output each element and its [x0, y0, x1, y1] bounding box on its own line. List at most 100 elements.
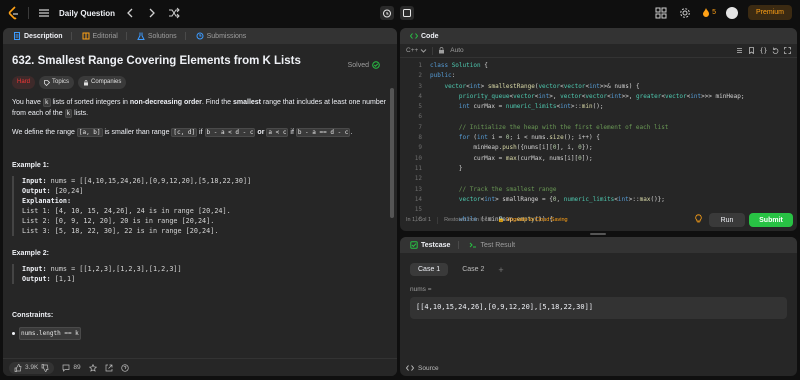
user-avatar[interactable]	[725, 6, 738, 19]
document-icon	[14, 32, 20, 40]
submit-button[interactable]: Submit	[749, 213, 793, 227]
reset-icon[interactable]	[772, 47, 779, 54]
line-numbers: 1 2 3 4 5 6 7 8 9 10 11 12 13 14 15 16	[414, 62, 422, 224]
star-icon[interactable]	[88, 363, 97, 372]
testcase-input[interactable]: [[4,10,15,24,26],[0,9,12,20],[5,18,22,30…	[410, 297, 787, 319]
tab-code-label: Code	[421, 32, 439, 40]
language-label: C++	[406, 47, 419, 54]
help-icon[interactable]	[120, 363, 129, 372]
tab-submissions[interactable]: Submissions	[191, 32, 252, 40]
comments-button[interactable]: 89	[62, 364, 81, 372]
fire-icon	[703, 8, 710, 17]
companies-tag[interactable]: Companies	[78, 76, 127, 89]
code-tabbar: Code	[400, 28, 797, 44]
description-paragraph-2: We define the range [a, b] is smaller th…	[12, 128, 353, 137]
code-brackets-icon	[406, 365, 414, 371]
auto-mode-label[interactable]: Auto	[450, 47, 463, 54]
companies-label: Companies	[91, 79, 122, 85]
case-tabs: Case 1 Case 2 +	[410, 263, 797, 276]
flask-icon	[137, 32, 145, 40]
example-2-block: Input: nums = [[1,2,3],[1,2,3],[1,2,3]] …	[12, 264, 388, 284]
tab-editorial[interactable]: Editorial	[77, 32, 132, 40]
premium-button[interactable]: Premium	[747, 5, 792, 20]
streak-counter[interactable]: 5	[702, 8, 716, 17]
chevron-right-icon[interactable]	[145, 6, 159, 20]
timer-button[interactable]	[380, 6, 394, 20]
example-2-title: Example 2:	[12, 250, 49, 257]
leetcode-logo-icon[interactable]	[8, 6, 20, 20]
menu-icon[interactable]	[736, 47, 743, 54]
case-1-tab[interactable]: Case 1	[410, 263, 449, 276]
problem-content: 632. Smallest Range Covering Elements fr…	[3, 44, 397, 340]
example-1-title: Example 1:	[12, 162, 49, 169]
add-case-icon[interactable]: +	[498, 265, 503, 275]
testcase-panel: Testcase Test Result Case 1 Case 2 + num…	[400, 237, 797, 376]
lock-icon	[439, 47, 445, 54]
comment-icon	[63, 364, 70, 372]
example-1-block: Input: nums = [[4,10,15,24,26],[0,9,12,2…	[12, 176, 388, 236]
problem-title[interactable]: 632. Smallest Range Covering Elements fr…	[12, 55, 388, 67]
settings-gear-icon[interactable]	[678, 6, 692, 20]
checkbox-icon	[410, 241, 418, 249]
tab-solutions[interactable]: Solutions	[132, 32, 191, 40]
code-panel: Code C++ Auto 1 2 3 4 5 6 7 8 9 10 11 12 13 14 15 16 cl…	[400, 28, 797, 231]
tab-test-result[interactable]: Test Result	[464, 241, 520, 249]
lock-icon	[84, 79, 89, 85]
variable-label: nums =	[410, 286, 432, 293]
chevron-down-icon	[420, 49, 427, 53]
code-toolbar: C++ Auto	[400, 44, 797, 58]
description-tabbar: Description Editorial Solutions Submissi…	[3, 28, 397, 44]
case-2-tab[interactable]: Case 2	[454, 263, 492, 276]
solved-label: Solved	[347, 61, 369, 69]
problem-list-icon[interactable]	[37, 6, 51, 20]
alarm-clock-icon	[383, 9, 391, 18]
shuffle-icon[interactable]	[167, 6, 181, 20]
tab-description[interactable]: Description	[8, 32, 77, 40]
tab-editorial-label: Editorial	[92, 32, 118, 40]
code-text[interactable]: class Solution { public: vector<int> sma…	[430, 61, 744, 226]
tab-testcase[interactable]: Testcase	[405, 241, 464, 249]
expand-icon[interactable]	[784, 47, 791, 54]
panel-resize-handle[interactable]	[400, 232, 797, 236]
lightbulb-icon[interactable]	[694, 214, 703, 225]
tab-description-label: Description	[24, 32, 63, 40]
check-circle-icon	[372, 61, 380, 69]
description-statusbar: 3.9K 89	[3, 358, 397, 376]
tab-test-result-label: Test Result	[480, 241, 516, 249]
code-editor[interactable]: 1 2 3 4 5 6 7 8 9 10 11 12 13 14 15 16 class Solution {…	[400, 61, 797, 223]
layout-grid-icon[interactable]	[654, 6, 668, 20]
tag-icon	[44, 79, 51, 86]
tab-code[interactable]: Code	[405, 32, 444, 40]
topics-label: Topics	[52, 79, 70, 85]
description-panel: Description Editorial Solutions Submissi…	[3, 28, 397, 376]
run-button[interactable]: Run	[709, 213, 745, 227]
notes-button[interactable]	[400, 6, 414, 20]
terminal-icon	[470, 242, 477, 248]
cursor-position: In 1, Col 1	[406, 217, 432, 223]
tab-solutions-label: Solutions	[147, 32, 177, 40]
solved-status: Solved	[348, 61, 380, 69]
testcase-tabbar: Testcase Test Result	[400, 237, 797, 253]
source-button[interactable]: Source	[406, 364, 439, 372]
chevron-left-icon[interactable]	[123, 6, 137, 20]
code-brackets-icon	[410, 33, 418, 39]
tab-submissions-label: Submissions	[206, 32, 247, 40]
bookmark-icon[interactable]	[748, 47, 755, 54]
language-select[interactable]: C++	[406, 47, 427, 54]
constraints-title: Constraints:	[12, 312, 54, 319]
thumbs-down-icon[interactable]	[41, 363, 49, 372]
like-button[interactable]: 3.9K	[9, 361, 55, 374]
daily-question-title[interactable]: Daily Question	[59, 9, 115, 18]
thumbs-up-icon	[14, 363, 22, 372]
description-scrollbar[interactable]	[390, 88, 394, 218]
problem-tags: Hard Topics Companies	[12, 76, 388, 89]
description-paragraph-1: You have k lists of sorted integers in n…	[12, 98, 386, 118]
upgrade-link[interactable]: 🔒 Upgrade to Cloud Saving	[498, 217, 568, 223]
divider	[28, 7, 29, 19]
share-icon[interactable]	[105, 364, 113, 372]
braces-icon[interactable]	[760, 47, 767, 54]
tab-testcase-label: Testcase	[421, 241, 451, 249]
topics-tag[interactable]: Topics	[39, 76, 75, 89]
streak-count: 5	[712, 9, 716, 16]
note-icon	[403, 9, 411, 17]
